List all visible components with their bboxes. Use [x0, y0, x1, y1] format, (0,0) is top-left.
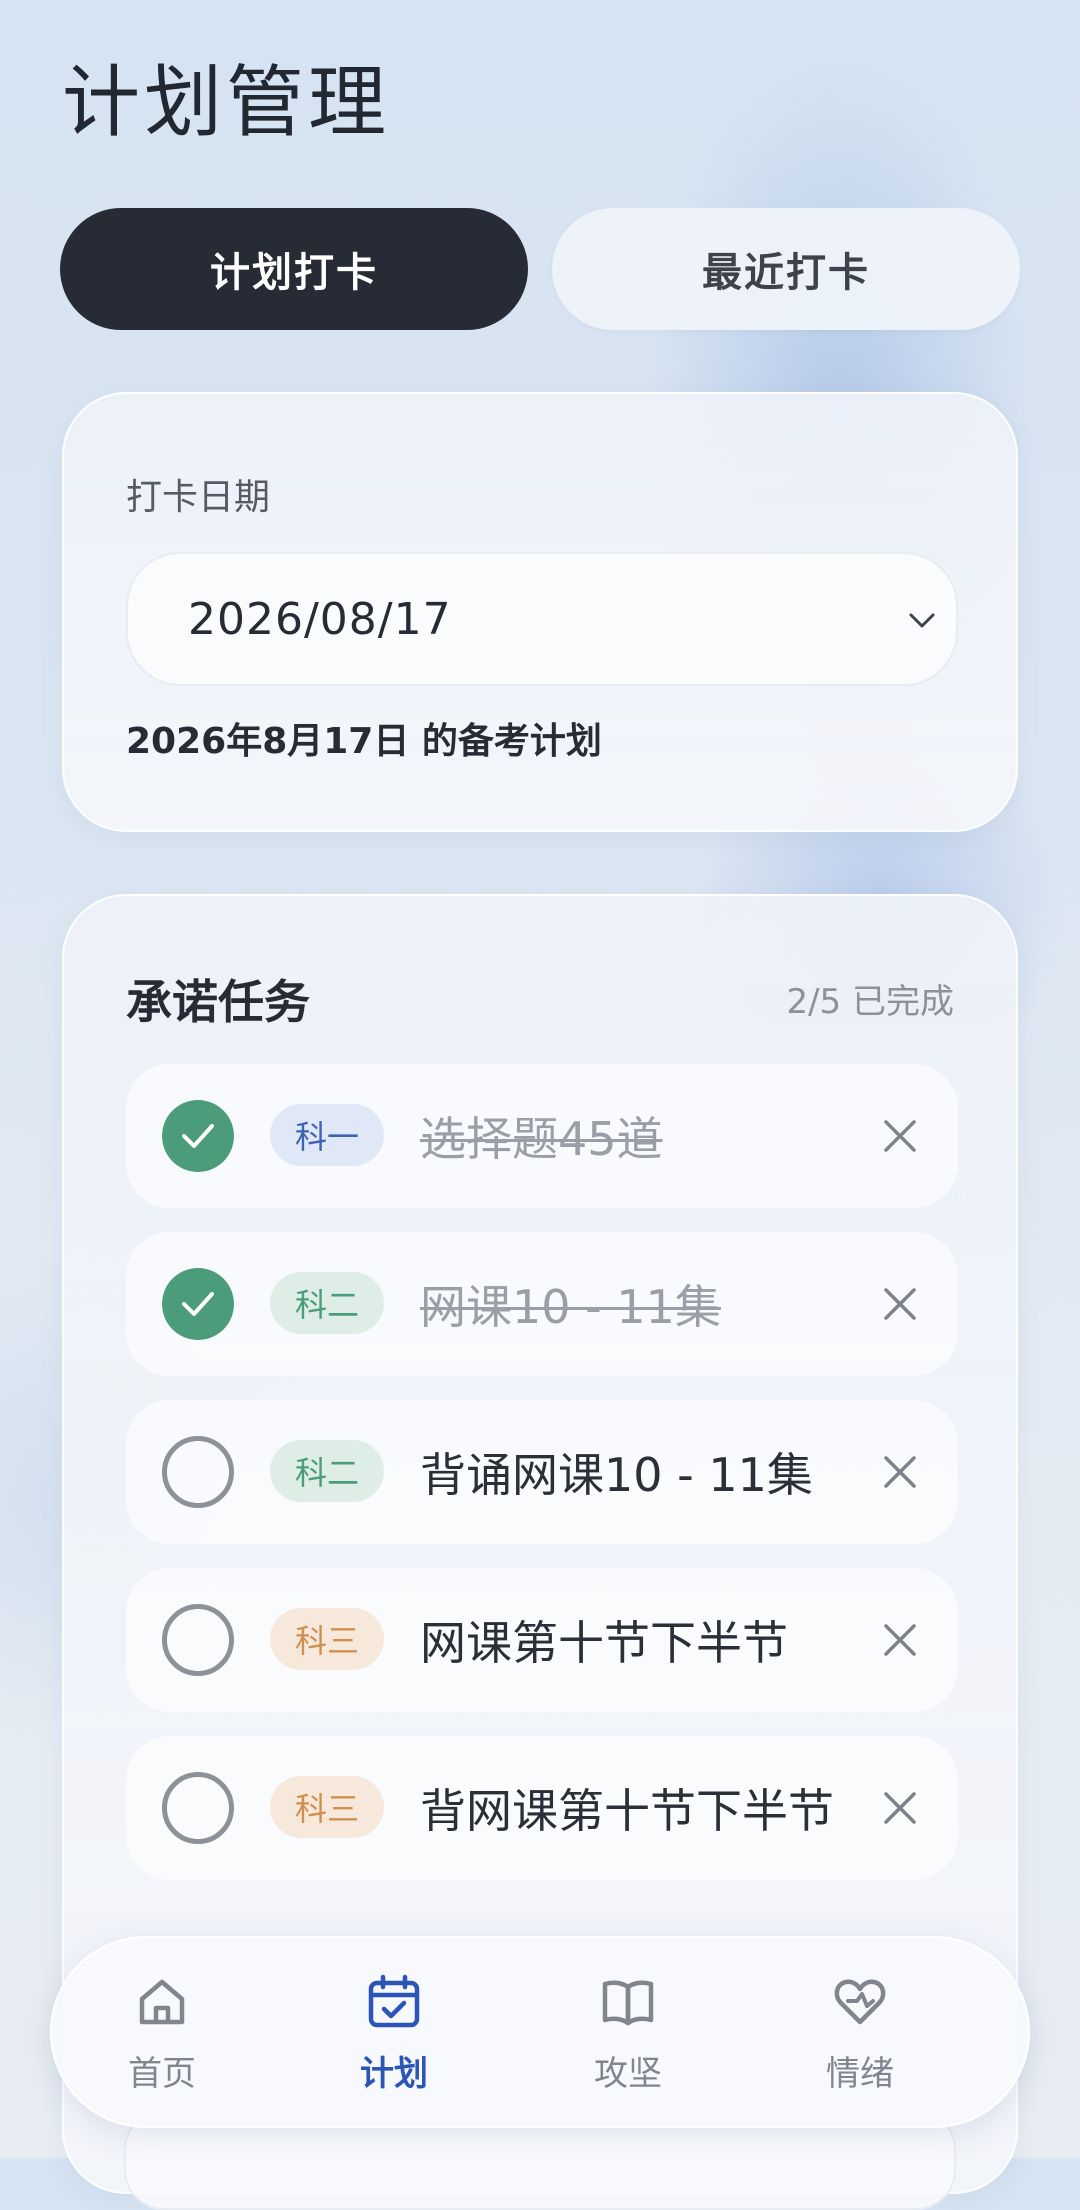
task-row: 科二 网课10 - 11集	[126, 1232, 958, 1376]
nav-label-home: 首页	[128, 2054, 196, 2094]
task-checkbox[interactable]	[162, 1436, 234, 1508]
task-checkbox[interactable]	[162, 1100, 234, 1172]
task-text: 背诵网课10 - 11集	[420, 1448, 813, 1502]
tab-recent-checkin[interactable]: 最近打卡	[552, 208, 1020, 330]
close-icon[interactable]	[878, 1618, 922, 1662]
task-row: 科二 背诵网课10 - 11集	[126, 1400, 958, 1544]
close-icon[interactable]	[878, 1114, 922, 1158]
task-text: 选择题45道	[420, 1112, 663, 1166]
check-icon	[182, 1292, 214, 1316]
tasks-progress: 2/5 已完成	[786, 982, 954, 1022]
date-picker[interactable]: 2026/08/17	[126, 552, 958, 686]
task-row: 科一 选择题45道	[126, 1064, 958, 1208]
check-icon	[182, 1124, 214, 1148]
subject-tag: 科三	[270, 1776, 384, 1838]
task-row: 科三 背网课第十节下半节	[126, 1736, 958, 1880]
subject-tag: 科二	[270, 1272, 384, 1334]
page-title: 计划管理	[62, 58, 391, 148]
book-open-icon	[602, 1980, 654, 2026]
tab-plan-checkin[interactable]: 计划打卡	[60, 208, 528, 330]
close-icon[interactable]	[878, 1786, 922, 1830]
nav-item-plan[interactable]: 计划	[314, 1972, 474, 2102]
nav-label-plan: 计划	[360, 2054, 428, 2094]
close-icon[interactable]	[878, 1450, 922, 1494]
nav-label-mood: 情绪	[826, 2054, 894, 2094]
nav-label-tackle: 攻坚	[594, 2054, 662, 2094]
task-text: 背网课第十节下半节	[420, 1784, 834, 1838]
task-checkbox[interactable]	[162, 1268, 234, 1340]
nav-item-home[interactable]: 首页	[82, 1972, 242, 2102]
task-checkbox[interactable]	[162, 1772, 234, 1844]
bottom-nav: 首页 计划 攻坚 情绪	[50, 1936, 1030, 2128]
task-row: 科三 网课第十节下半节	[126, 1568, 958, 1712]
home-icon	[139, 1979, 185, 2025]
chevron-down-icon	[909, 613, 935, 628]
task-text: 网课第十节下半节	[420, 1616, 788, 1670]
date-value: 2026/08/17	[188, 593, 452, 645]
close-icon[interactable]	[878, 1282, 922, 1326]
nav-item-mood[interactable]: 情绪	[780, 1972, 940, 2102]
nav-item-tackle[interactable]: 攻坚	[548, 1972, 708, 2102]
calendar-check-icon	[368, 1974, 420, 2028]
subject-tag: 科一	[270, 1104, 384, 1166]
date-card: 打卡日期 2026/08/17 2026年8月17日 的备考计划	[62, 392, 1018, 832]
subject-tag: 科三	[270, 1608, 384, 1670]
tab-bar: 计划打卡 最近打卡	[60, 208, 1020, 330]
tasks-title: 承诺任务	[126, 975, 310, 1029]
task-text: 网课10 - 11集	[420, 1280, 721, 1334]
plan-date-caption: 2026年8月17日 的备考计划	[126, 721, 602, 762]
date-label: 打卡日期	[126, 477, 271, 518]
subject-tag: 科二	[270, 1440, 384, 1502]
task-checkbox[interactable]	[162, 1604, 234, 1676]
heart-icon	[834, 1979, 886, 2025]
